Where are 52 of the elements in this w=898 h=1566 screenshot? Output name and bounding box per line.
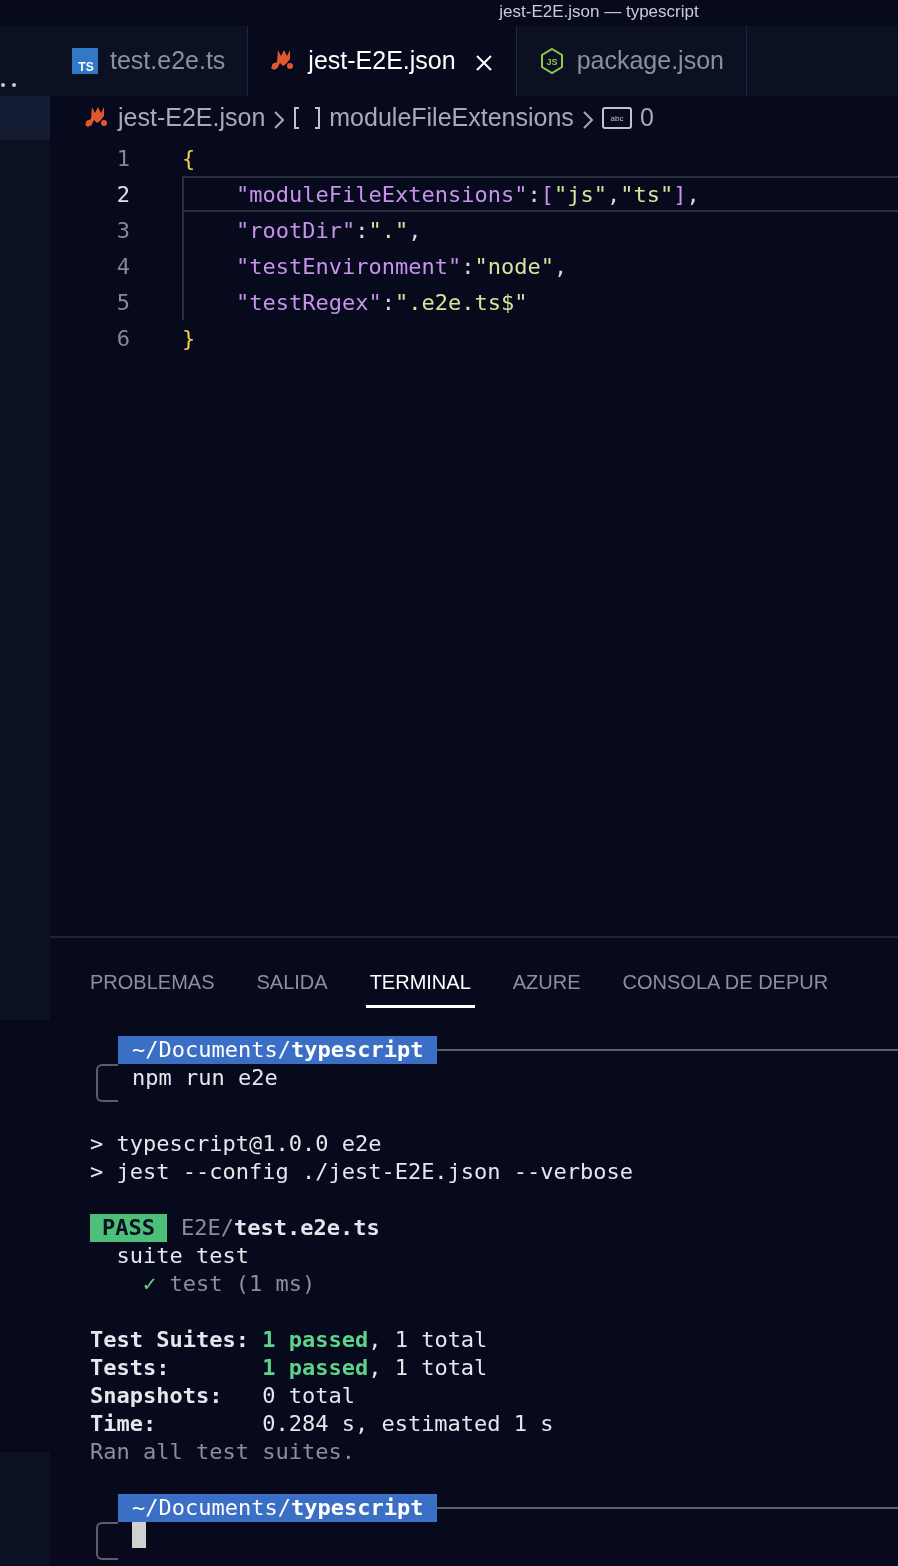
hexagon-js-icon: JS (538, 47, 565, 75)
prompt-path: ~/Documents/typescript (118, 1494, 438, 1522)
panel-tab[interactable]: SALIDA (252, 966, 332, 1008)
terminal-text: Time: (90, 1410, 158, 1438)
breadcrumb-item[interactable]: moduleFileExtensions (329, 99, 574, 137)
line-number: 6 (115, 324, 130, 353)
editor-tab[interactable]: TS test.e2e.ts (50, 26, 249, 96)
line-number: 2 (115, 180, 130, 209)
terminal-text: 0.284 s, estimated 1 s (262, 1410, 554, 1438)
panel-tab[interactable]: TERMINAL (365, 966, 475, 1008)
terminal-text: Ran all test suites. (90, 1438, 355, 1466)
terminal-text: test.e2e.ts (233, 1214, 380, 1242)
breadcrumb-item[interactable]: jest-E2E.json (118, 99, 266, 137)
terminal-text: , 1 total (368, 1354, 488, 1382)
code-line: "moduleFileExtensions":["js","ts"], (182, 176, 898, 212)
typescript-file-icon: TS (72, 48, 98, 74)
prompt-bracket (96, 1522, 118, 1560)
line-number: 4 (115, 252, 130, 281)
terminal-text: ✓ (141, 1270, 157, 1298)
panel-tab[interactable]: CONSOLA DE DEPUR (618, 966, 833, 1008)
window-title: jest-E2E.json — typescript (499, 1, 699, 23)
code-line: "testRegex":".e2e.ts$" (182, 284, 898, 320)
code-line: "testEnvironment":"node", (182, 248, 898, 284)
terminal-text: Tests: (90, 1354, 171, 1382)
line-number: 3 (115, 216, 130, 245)
terminal-text: Test Suites: (90, 1326, 250, 1354)
prompt-path: ~/Documents/typescript (118, 1036, 438, 1064)
status-badge: PASS (90, 1214, 167, 1242)
terminal-text: , 1 total (368, 1326, 488, 1354)
terminal-text: E2E/ (181, 1214, 234, 1242)
panel-tab[interactable]: PROBLEMAS (86, 966, 219, 1008)
editor-tab[interactable]: jest-E2E.json (248, 26, 517, 96)
terminal-text: 0 total (262, 1382, 355, 1410)
editor-tab[interactable]: JS package.json (516, 26, 747, 96)
terminal-text: suite test (115, 1242, 249, 1270)
text-abc-icon: abc (601, 107, 632, 129)
line-number: 5 (115, 288, 130, 317)
code-line: "rootDir":".", (182, 212, 898, 248)
code-line: } (182, 324, 197, 353)
breadcrumb-item[interactable]: 0 (639, 99, 654, 137)
terminal-text: > typescript@1.0.0 e2e (90, 1130, 382, 1158)
terminal-command: npm run e2e (131, 1064, 278, 1092)
terminal-text: 1 passed (262, 1326, 369, 1354)
terminal-text: 1 passed (262, 1354, 369, 1382)
prompt-bracket (96, 1064, 118, 1102)
terminal-text: Snapshots: (90, 1382, 224, 1410)
panel-tab[interactable]: AZURE (508, 966, 585, 1008)
terminal-text: test (1 ms) (168, 1270, 316, 1298)
line-number: 1 (115, 144, 130, 173)
code-line: { (182, 144, 197, 173)
terminal-text: > jest --config ./jest-E2E.json --verbose (90, 1158, 634, 1186)
brackets-icon (293, 106, 322, 130)
